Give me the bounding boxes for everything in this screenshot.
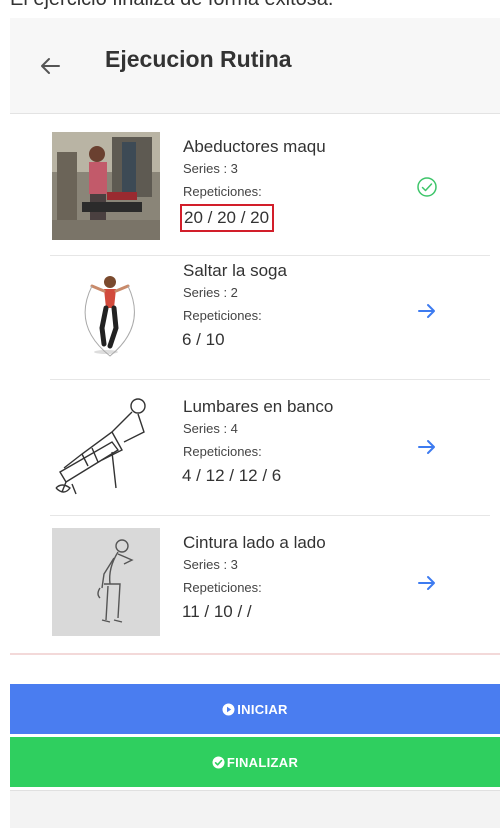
arrow-right-icon <box>418 576 435 590</box>
exercise-reps-label: Repeticiones: <box>183 184 262 199</box>
exercise-go-button[interactable] <box>412 568 442 598</box>
exercise-go-button[interactable] <box>412 432 442 462</box>
exercise-item-lumbares[interactable]: Lumbares en banco Series : 4 Repeticione… <box>50 380 490 516</box>
exercise-series: Series : 4 <box>183 421 238 436</box>
exercise-list: Abeductores maqu Series : 3 Repeticiones… <box>10 120 500 655</box>
exercise-item-abductores[interactable]: Abeductores maqu Series : 3 Repeticiones… <box>50 120 490 256</box>
page-title: Ejecucion Rutina <box>105 46 292 72</box>
exercise-reps-label: Repeticiones: <box>183 580 262 595</box>
exercise-series: Series : 3 <box>183 557 238 572</box>
exercise-reps-value: 4 / 12 / 12 / 6 <box>182 466 282 485</box>
exercise-reps-label: Repeticiones: <box>183 444 262 459</box>
exercise-series: Series : 3 <box>183 161 238 176</box>
exercise-item-saltar-soga[interactable]: Saltar la soga Series : 2 Repeticiones: … <box>50 244 490 380</box>
exercise-reps-value: 6 / 10 <box>182 330 225 349</box>
exercise-status[interactable] <box>412 172 442 202</box>
exercise-reps-value: 20 / 20 / 20 <box>180 204 275 232</box>
app-bar: Ejecucion Rutina <box>10 18 500 114</box>
exercise-name: Cintura lado a lado <box>183 533 326 552</box>
bottom-bar <box>10 790 500 828</box>
arrow-right-icon <box>418 304 435 318</box>
exercise-name: Lumbares en banco <box>183 397 334 416</box>
caption-text: El ejercicio finaliza de forma exitosa. <box>10 0 333 10</box>
exercise-thumbnail <box>52 392 160 500</box>
arrow-left-icon <box>41 58 60 74</box>
exercise-thumbnail <box>52 528 160 636</box>
start-button-label: INICIAR <box>237 701 288 717</box>
exercise-thumbnail <box>52 256 160 364</box>
finish-button-label: FINALIZAR <box>226 754 299 770</box>
play-circle-icon <box>222 703 235 716</box>
check-circle-icon <box>417 177 437 197</box>
exercise-series: Series : 2 <box>183 285 238 300</box>
arrow-right-icon <box>418 440 435 454</box>
exercise-item-cintura[interactable]: Cintura lado a lado Series : 3 Repeticio… <box>50 516 490 652</box>
exercise-thumbnail <box>52 132 160 240</box>
finish-button[interactable]: FINALIZAR <box>10 737 500 787</box>
check-circle-icon <box>212 756 225 769</box>
exercise-reps-label: Repeticiones: <box>183 308 262 323</box>
exercise-name: Saltar la soga <box>183 261 287 280</box>
exercise-reps-value: 11 / 10 / / <box>182 602 252 621</box>
exercise-name: Abeductores maqu <box>183 137 326 156</box>
back-button[interactable] <box>32 48 68 84</box>
start-button[interactable]: INICIAR <box>10 684 500 734</box>
exercise-go-button[interactable] <box>412 296 442 326</box>
